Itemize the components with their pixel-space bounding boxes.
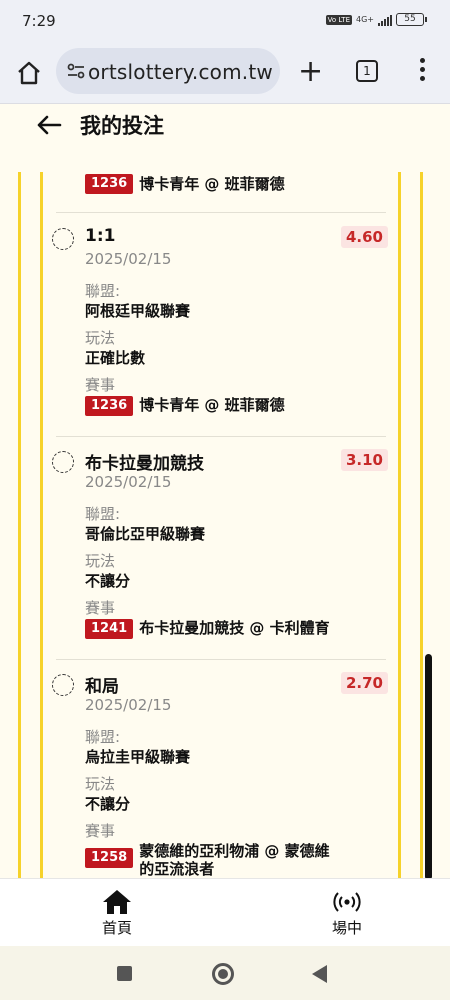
event-label: 賽事 <box>85 376 116 394</box>
event-code-badge: 1241 <box>85 619 134 639</box>
selection-title: 1:1 <box>85 226 116 246</box>
url-text: ortslottery.com.tw <box>88 60 273 84</box>
selection-title: 和局 <box>85 677 119 697</box>
event-label: 賽事 <box>85 599 116 617</box>
event-row: 1236 博卡青年 @ 班菲爾德 <box>85 174 339 194</box>
status-bar: 7:29 Vo LTE 4G+ 55 <box>0 0 450 44</box>
status-time: 7:29 <box>22 12 56 30</box>
market-label: 玩法 <box>85 552 116 570</box>
league-value: 烏拉圭甲級聯賽 <box>85 748 191 766</box>
event-code-badge: 1236 <box>85 396 134 416</box>
signal-icon <box>378 14 392 26</box>
event-name: 布卡拉曼加競技 @ 卡利體育 <box>139 619 330 637</box>
browser-menu-icon[interactable] <box>412 58 432 86</box>
nav-home-label: 首頁 <box>101 919 132 937</box>
odds-badge: 4.60 <box>340 226 388 248</box>
bet-card: 和局 2.70 2025/02/15 聯盟: 烏拉圭甲級聯賽 玩法 不讓分 賽事… <box>52 662 392 878</box>
rail-line <box>40 172 43 878</box>
market-value: 正確比數 <box>85 349 146 367</box>
broadcast-icon <box>333 892 361 912</box>
nav-live-label: 場中 <box>331 919 362 937</box>
divider <box>56 212 386 213</box>
rail-line <box>420 172 423 878</box>
divider <box>56 659 386 660</box>
divider <box>56 436 386 437</box>
site-settings-icon[interactable] <box>66 61 86 81</box>
odds-badge: 2.70 <box>340 672 388 694</box>
bet-date: 2025/02/15 <box>85 696 172 714</box>
nav-home[interactable]: 首頁 <box>77 889 157 938</box>
league-label: 聯盟: <box>85 728 121 746</box>
event-code-badge: 1258 <box>85 848 134 868</box>
tab-switcher-button[interactable]: 1 <box>356 60 378 82</box>
market-value: 不讓分 <box>85 572 131 590</box>
status-icons: Vo LTE 4G+ 55 <box>325 13 427 26</box>
scrollbar-thumb[interactable] <box>425 654 432 878</box>
browser-toolbar: ortslottery.com.tw + 1 <box>0 44 450 104</box>
home-system-icon[interactable] <box>212 963 234 985</box>
volte-icon: Vo LTE <box>325 14 352 25</box>
page-title: 我的投注 <box>80 114 164 138</box>
league-label: 聯盟: <box>85 282 121 300</box>
page-header: 我的投注 <box>0 104 450 148</box>
url-bar[interactable]: ortslottery.com.tw <box>56 48 280 94</box>
league-value: 阿根廷甲級聯賽 <box>85 302 191 320</box>
league-label: 聯盟: <box>85 505 121 523</box>
bet-card: 1:1 4.60 2025/02/15 聯盟: 阿根廷甲級聯賽 玩法 正確比數 … <box>52 216 392 436</box>
event-name: 蒙德維的亞利物浦 @ 蒙德維的亞流浪者 <box>139 842 330 878</box>
bet-card: 布卡拉曼加競技 3.10 2025/02/15 聯盟: 哥倫比亞甲級聯賽 玩法 … <box>52 439 392 659</box>
event-name: 博卡青年 @ 班菲爾德 <box>139 396 285 414</box>
network-type: 4G+ <box>356 15 374 24</box>
event-row: 1236 博卡青年 @ 班菲爾德 <box>85 396 339 416</box>
selection-title: 布卡拉曼加競技 <box>85 454 204 474</box>
recent-apps-icon[interactable] <box>117 966 132 981</box>
bet-list[interactable]: 1236 博卡青年 @ 班菲爾德 1:1 4.60 2025/02/15 聯盟:… <box>0 172 450 878</box>
league-value: 哥倫比亞甲級聯賽 <box>85 525 206 543</box>
new-tab-icon[interactable]: + <box>298 57 323 87</box>
bottom-nav: 首頁 場中 <box>0 878 450 946</box>
event-row: 1258 蒙德維的亞利物浦 @ 蒙德維的亞流浪者 <box>85 842 339 878</box>
back-arrow-icon[interactable] <box>34 110 64 140</box>
event-name: 博卡青年 @ 班菲爾德 <box>139 175 285 193</box>
bet-date: 2025/02/15 <box>85 250 172 268</box>
market-label: 玩法 <box>85 775 116 793</box>
back-system-icon[interactable] <box>312 965 327 983</box>
browser-home-icon[interactable] <box>14 58 44 88</box>
battery-icon: 55 <box>396 13 427 26</box>
market-label: 玩法 <box>85 329 116 347</box>
select-radio[interactable] <box>52 674 74 696</box>
home-icon <box>103 890 131 914</box>
nav-live[interactable]: 場中 <box>307 889 387 938</box>
rail-line <box>398 172 401 878</box>
bet-date: 2025/02/15 <box>85 473 172 491</box>
odds-badge: 3.10 <box>340 449 388 471</box>
select-radio[interactable] <box>52 228 74 250</box>
market-value: 不讓分 <box>85 795 131 813</box>
rail-line <box>18 172 21 878</box>
select-radio[interactable] <box>52 451 74 473</box>
event-label: 賽事 <box>85 822 116 840</box>
system-nav-bar <box>0 946 450 1000</box>
event-code-badge: 1236 <box>85 174 134 194</box>
event-row: 1241 布卡拉曼加競技 @ 卡利體育 <box>85 619 339 639</box>
